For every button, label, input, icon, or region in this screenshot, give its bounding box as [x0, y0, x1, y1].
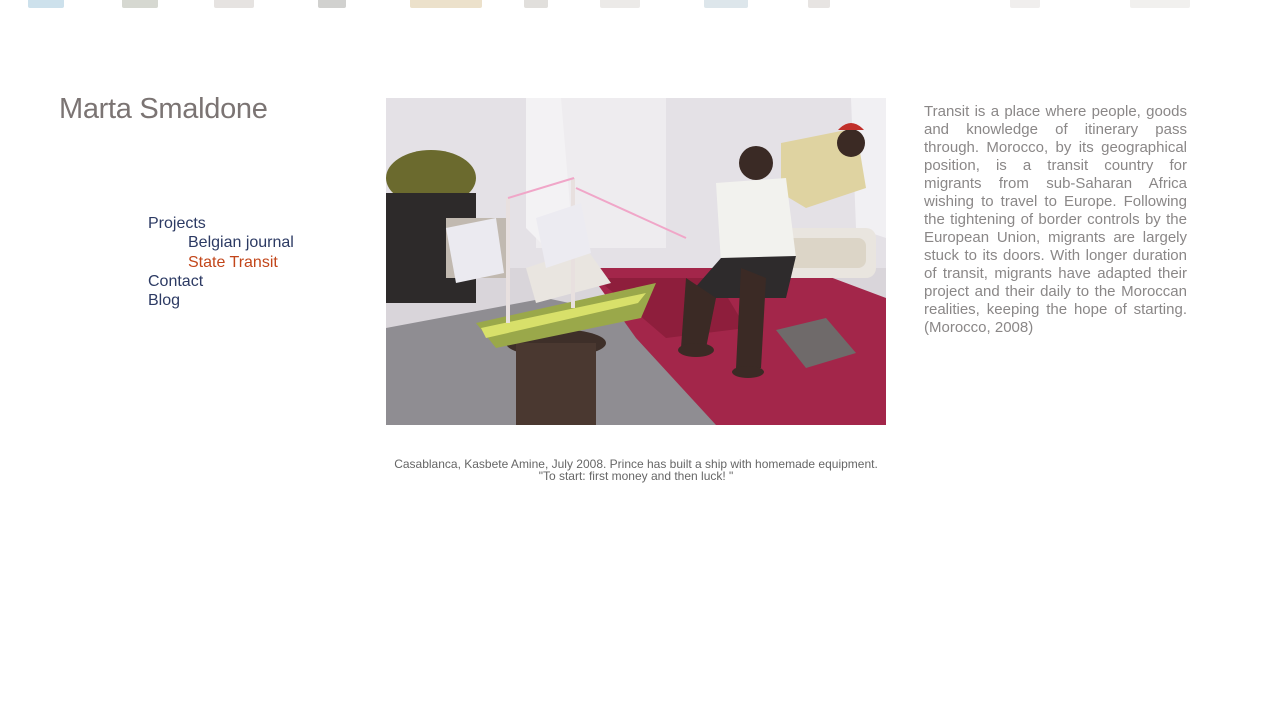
nav-blog[interactable]: Blog [148, 291, 348, 310]
photo-image [386, 98, 886, 425]
thumbnail[interactable] [28, 0, 64, 8]
thumbnail[interactable] [524, 0, 548, 8]
thumbnail[interactable] [704, 0, 748, 8]
page: Marta Smaldone Projects Belgian journal … [0, 0, 1276, 722]
nav-state-transit[interactable]: State Transit [148, 253, 348, 272]
thumbnail-strip [0, 0, 1276, 16]
thumbnail[interactable] [214, 0, 254, 8]
photo-caption: Casablanca, Kasbete Amine, July 2008. Pr… [386, 458, 886, 482]
nav-projects[interactable]: Projects [148, 214, 348, 233]
thumbnail[interactable] [600, 0, 640, 8]
project-photo[interactable] [386, 98, 886, 425]
thumbnail[interactable] [122, 0, 158, 8]
site-title[interactable]: Marta Smaldone [59, 92, 268, 126]
thumbnail[interactable] [318, 0, 346, 8]
thumbnail[interactable] [410, 0, 482, 8]
project-description: Transit is a place where people, goods a… [924, 103, 1187, 336]
thumbnail[interactable] [808, 0, 830, 8]
main-navigation: Projects Belgian journal State Transit C… [148, 214, 348, 310]
thumbnail[interactable] [1010, 0, 1040, 8]
thumbnail[interactable] [1130, 0, 1190, 8]
nav-belgian-journal[interactable]: Belgian journal [148, 233, 348, 252]
caption-line-2: "To start: first money and then luck! " [538, 469, 734, 483]
nav-contact[interactable]: Contact [148, 272, 348, 291]
